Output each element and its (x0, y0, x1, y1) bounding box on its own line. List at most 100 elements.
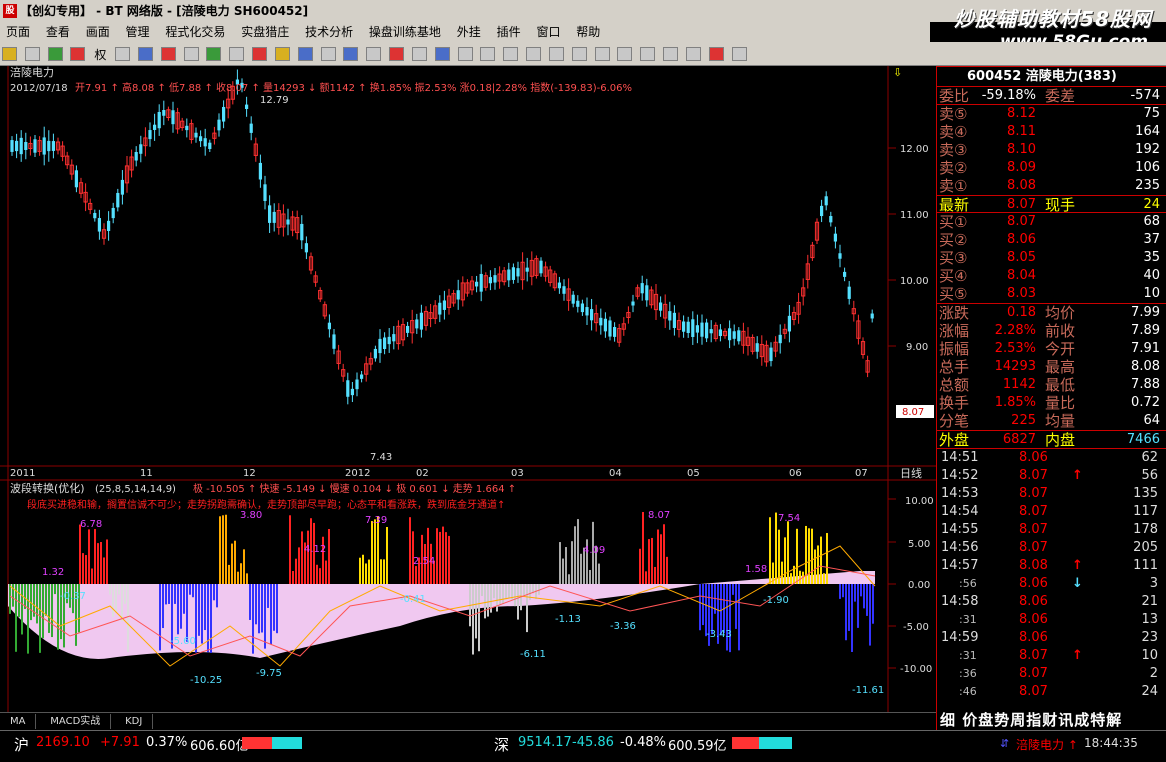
weibi-row: 委比 -59.18% 委差 -574 (937, 87, 1166, 105)
tick-cell: 2 (1149, 666, 1158, 681)
save-icon[interactable] (731, 47, 747, 61)
tab-ma[interactable]: MA (0, 714, 37, 729)
fan2-icon[interactable] (571, 47, 587, 61)
quote-price: 8.04 (1007, 268, 1036, 283)
tool-icon[interactable] (297, 47, 313, 61)
rect-icon[interactable] (594, 47, 610, 61)
candle-body (829, 216, 833, 223)
line-icon[interactable] (480, 47, 496, 61)
indicator-value-label: 7.39 (365, 515, 387, 526)
menu-item-help[interactable]: 帮助 (570, 25, 606, 39)
stat-label: 振幅 (939, 340, 970, 358)
candle-body (737, 330, 741, 342)
tool-icon[interactable] (411, 47, 427, 61)
quote-volume: 164 (1135, 124, 1160, 139)
menu-item-tech[interactable]: 技术分析 (299, 25, 359, 39)
quote-row: 卖② 8.09 106 (937, 159, 1166, 177)
tick-cell: ↑ (1072, 468, 1083, 483)
tick-cell: :46 (959, 685, 977, 698)
candle-body (824, 196, 828, 206)
quote-nav-links[interactable]: 细 价盘势周指财讯成特解 (936, 710, 1166, 730)
tool-icon[interactable] (206, 47, 222, 61)
tick-cell: ↓ (1072, 576, 1083, 591)
candle-body (571, 294, 575, 304)
menu-item-plugin-ext[interactable]: 外挂 (451, 25, 487, 39)
tool-icon[interactable] (343, 47, 359, 61)
tool-icon[interactable] (320, 47, 336, 61)
tick-cell: 14:56 (941, 540, 979, 555)
stat-label: 涨跌 (939, 304, 970, 322)
tick-row: :31 8.07 ↑ 10 (937, 647, 1166, 665)
candle-body (415, 319, 419, 329)
quote-header: 600452 涪陵电力(383) (937, 67, 1166, 87)
tool-icon[interactable] (366, 47, 382, 61)
menu-item-manage[interactable]: 管理 (120, 25, 156, 39)
candle-body (268, 205, 272, 223)
menu-item-hunt[interactable]: 实盘猎庄 (235, 25, 295, 39)
erase-icon[interactable] (685, 47, 701, 61)
quote-volume: 37 (1143, 232, 1160, 247)
candle-body (24, 142, 28, 150)
tick-list[interactable]: 14:51 8.06 62 14:52 8.07 ↑ 56 14:53 8.07 135 14:54… (937, 449, 1166, 701)
tool-icon[interactable] (274, 47, 290, 61)
add-icon[interactable] (47, 47, 63, 61)
menu-item-page[interactable]: 页面 (0, 25, 36, 39)
tick-row: 14:57 8.08 ↑ 111 (937, 557, 1166, 575)
candle-body (222, 106, 226, 122)
copy-icon[interactable] (663, 47, 679, 61)
menu-item-program-trade[interactable]: 程式化交易 (159, 25, 231, 39)
candle-body (640, 283, 644, 294)
open-icon[interactable] (2, 47, 17, 61)
quote-volume: 40 (1143, 268, 1160, 283)
tool-icon[interactable] (183, 47, 199, 61)
candle-body (217, 119, 221, 131)
tool-icon[interactable] (160, 47, 176, 61)
color-icon[interactable] (708, 47, 724, 61)
indicator-value-label: 3.80 (240, 510, 262, 521)
vline-icon[interactable] (526, 47, 542, 61)
alarm-icon[interactable] (252, 47, 268, 61)
tab-kdj[interactable]: KDJ (115, 714, 154, 729)
period-label[interactable]: 日线 (900, 466, 922, 480)
app-icon: 股 (3, 4, 17, 18)
kline-chart-panel[interactable]: 涪陵电力 2012/07/18 开7.91 ↑ 高8.08 ↑ 低7.88 ↑ … (0, 65, 936, 726)
menu-item-plugin[interactable]: 插件 (491, 25, 527, 39)
pin-icon[interactable]: ⇩ (893, 66, 902, 79)
candle-body (350, 388, 354, 396)
status-stock[interactable]: 涪陵电力 ↑ (1016, 736, 1078, 753)
tool-icon[interactable] (389, 47, 405, 61)
candle-body (631, 301, 635, 306)
menu-item-canvas[interactable]: 画面 (80, 25, 116, 39)
indicator-title[interactable]: 波段转换(优化) (10, 481, 85, 495)
fan-icon[interactable] (548, 47, 564, 61)
tool-icon[interactable] (229, 47, 245, 61)
menu-item-training[interactable]: 操盘训练基地 (363, 25, 447, 39)
candle-body (475, 281, 479, 287)
quan-select[interactable]: 权 (94, 46, 106, 63)
tick-row: 14:55 8.07 178 (937, 521, 1166, 539)
menu-item-view[interactable]: 查看 (40, 25, 76, 39)
menu-item-window[interactable]: 窗口 (530, 25, 566, 39)
sz-label: 深 (494, 736, 510, 754)
text-icon[interactable] (640, 47, 656, 61)
tool-icon[interactable] (115, 47, 131, 61)
candle-body (153, 124, 157, 130)
candle-body (272, 211, 276, 223)
k-icon[interactable] (24, 47, 40, 61)
quote-label: 买⑤ (939, 285, 968, 303)
arrows-icon[interactable] (70, 47, 86, 61)
cursor-icon[interactable] (457, 47, 473, 61)
tab-macd[interactable]: MACD实战 (40, 714, 112, 729)
tool-icon[interactable] (434, 47, 450, 61)
candle-body (438, 302, 442, 315)
tool-icon[interactable] (137, 47, 153, 61)
quote-label: 买④ (939, 267, 968, 285)
candle-body (148, 130, 152, 140)
tick-cell: 111 (1133, 558, 1158, 573)
quote-volume: 192 (1135, 142, 1160, 157)
info-date: 2012/07/18 (10, 83, 68, 94)
hline-icon[interactable] (503, 47, 519, 61)
circle-icon[interactable] (617, 47, 633, 61)
stat-row: 换手 1.85% 量比 0.72 (937, 394, 1166, 412)
kline-chart-svg[interactable]: 涪陵电力 2012/07/18 开7.91 ↑ 高8.08 ↑ 低7.88 ↑ … (0, 65, 936, 712)
